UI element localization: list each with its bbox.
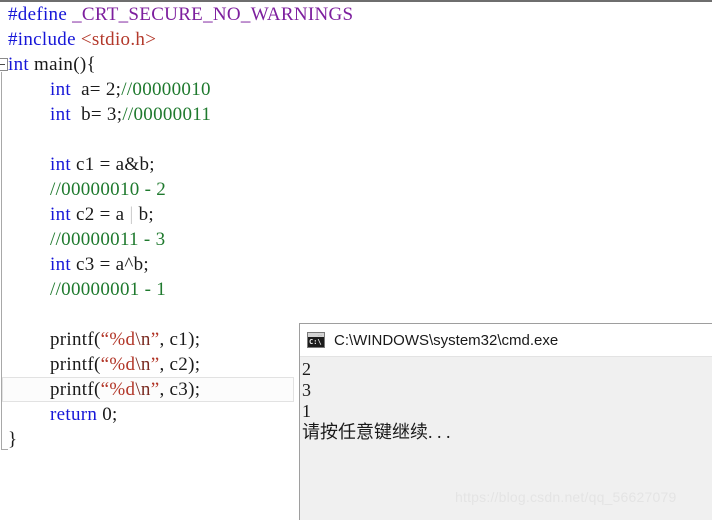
console-title-bar[interactable]: ··· C:\ C:\WINDOWS\system32\cmd.exe — [300, 324, 712, 357]
code-line[interactable]: //00000010 - 2 — [0, 177, 166, 202]
code-token-esc: \n — [135, 379, 151, 400]
code-token-str: “%d — [100, 329, 136, 350]
code-token-kw: return — [50, 404, 98, 425]
code-token-esc: \n — [135, 354, 151, 375]
code-line[interactable]: int c2 = a | b; — [0, 202, 154, 227]
code-line[interactable]: int c1 = a&b; — [0, 152, 155, 177]
code-token-punc: } — [8, 429, 18, 450]
code-line[interactable]: } — [0, 427, 17, 452]
console-output-line: 请按任意键继续. . . — [302, 422, 451, 442]
code-token-cmt: //00000010 — [121, 79, 211, 100]
code-token-cmt: //00000001 - 1 — [50, 279, 167, 300]
code-token-punc: main(){ — [28, 54, 96, 75]
code-token-cmt: //00000011 — [122, 104, 212, 125]
code-token-cmt: //00000011 - 3 — [50, 229, 166, 250]
code-line[interactable]: //00000011 - 3 — [0, 227, 165, 252]
code-token-punc: c2 = a — [70, 204, 130, 225]
code-token-punc: c1 = a&b; — [70, 154, 155, 175]
code-token-punc: printf( — [50, 379, 101, 400]
code-token-punc: 0; — [97, 404, 118, 425]
code-line[interactable]: #include <stdio.h> — [0, 27, 156, 52]
code-line[interactable]: //00000001 - 1 — [0, 277, 166, 302]
code-line[interactable]: int main(){ — [0, 52, 96, 77]
code-line[interactable] — [0, 302, 8, 327]
console-output-line: 1 — [302, 401, 311, 421]
csdn-watermark: https://blog.csdn.net/qq_56627079 — [455, 489, 677, 505]
code-token-cmt: //00000010 - 2 — [50, 179, 167, 200]
code-line[interactable]: int a= 2;//00000010 — [0, 77, 211, 102]
code-line[interactable]: printf(“%d\n”, c3); — [0, 377, 200, 402]
code-line[interactable]: printf(“%d\n”, c1); — [0, 327, 200, 352]
code-line[interactable]: #define _CRT_SECURE_NO_WARNINGS — [0, 2, 353, 27]
code-token-punc: b; — [133, 204, 154, 225]
cmd-exe-icon: ··· C:\ — [307, 332, 325, 348]
code-token-punc: , c3); — [159, 379, 201, 400]
code-token-str: “%d — [100, 354, 136, 375]
code-token-hdr: <stdio.h> — [80, 29, 157, 50]
code-token-kw: int — [50, 104, 71, 125]
code-token-punc: c3 = a^b; — [70, 254, 149, 275]
code-token-punc: printf( — [50, 354, 101, 375]
code-token-punc: printf( — [50, 329, 101, 350]
code-token-macro: _CRT_SECURE_NO_WARNINGS — [72, 4, 354, 25]
cmd-icon-prompt-text: C:\ — [309, 338, 322, 346]
code-token-punc: a= 2; — [70, 79, 122, 100]
code-token-punc: , c1); — [159, 329, 201, 350]
code-token-pp: #define — [8, 4, 73, 25]
code-line[interactable]: printf(“%d\n”, c2); — [0, 352, 200, 377]
code-token-punc: , c2); — [159, 354, 201, 375]
code-token-kw: int — [50, 154, 71, 175]
code-line[interactable]: int b= 3;//00000011 — [0, 102, 211, 127]
code-token-kw: int — [50, 79, 71, 100]
code-token-str: “%d — [100, 379, 136, 400]
code-token-kw: int — [8, 54, 29, 75]
console-title-text: C:\WINDOWS\system32\cmd.exe — [334, 331, 559, 349]
code-token-kw: int — [50, 254, 71, 275]
code-token-esc: \n — [135, 329, 151, 350]
code-line[interactable] — [0, 127, 8, 152]
code-line[interactable]: return 0; — [0, 402, 118, 427]
code-token-pp: #include — [8, 29, 81, 50]
code-line[interactable]: int c3 = a^b; — [0, 252, 149, 277]
code-token-kw: int — [50, 204, 71, 225]
console-output-line: 2 — [302, 359, 311, 379]
console-output-line: 3 — [302, 380, 311, 400]
code-token-punc: b= 3; — [70, 104, 123, 125]
